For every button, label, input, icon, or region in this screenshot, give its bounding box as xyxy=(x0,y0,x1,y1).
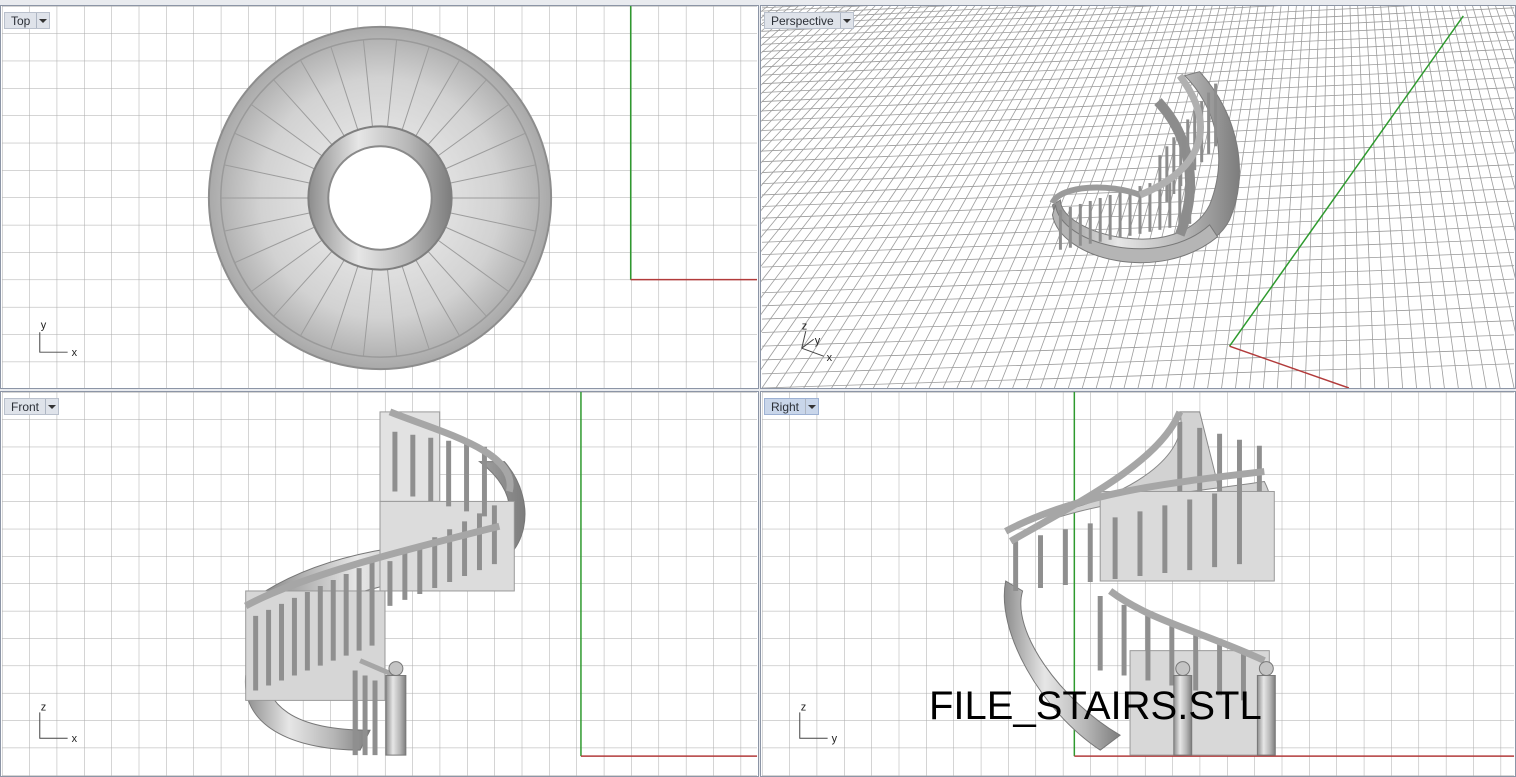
chevron-down-icon[interactable] xyxy=(36,13,49,28)
viewport-label: Top xyxy=(11,13,31,28)
chevron-down-icon[interactable] xyxy=(839,13,853,28)
viewport-label: Front xyxy=(11,399,40,414)
viewport-label: Perspective xyxy=(771,13,834,28)
svg-text:y: y xyxy=(41,319,47,331)
svg-text:z: z xyxy=(41,701,46,713)
perspective-view-canvas[interactable]: z y x xyxy=(761,6,1515,388)
viewport-tab-perspective[interactable]: Perspective xyxy=(764,12,854,29)
top-view-canvas[interactable]: y x xyxy=(1,6,758,388)
viewport-label: Right xyxy=(771,399,800,414)
svg-text:x: x xyxy=(827,352,833,364)
chevron-down-icon[interactable] xyxy=(45,399,58,414)
stair-perspective-model xyxy=(1049,71,1240,264)
svg-text:z: z xyxy=(802,320,807,332)
viewport-top[interactable]: y x Top xyxy=(0,5,759,389)
viewport-perspective[interactable]: z y x Perspective xyxy=(760,5,1516,389)
viewport-front[interactable]: z x Front xyxy=(0,391,759,777)
viewport-tab-right[interactable]: Right xyxy=(764,398,820,415)
chevron-down-icon[interactable] xyxy=(805,399,818,414)
viewport-tab-top[interactable]: Top xyxy=(4,12,51,29)
svg-text:y: y xyxy=(832,733,838,745)
svg-text:x: x xyxy=(72,733,78,745)
svg-text:y: y xyxy=(815,335,821,347)
front-view-canvas[interactable]: z x xyxy=(1,392,758,776)
viewport-tab-front[interactable]: Front xyxy=(4,398,60,415)
svg-text:x: x xyxy=(72,347,78,359)
stair-top-model xyxy=(207,25,553,371)
svg-text:z: z xyxy=(801,701,806,713)
file-name-caption: FILE_STAIRS.STL xyxy=(929,684,1262,728)
